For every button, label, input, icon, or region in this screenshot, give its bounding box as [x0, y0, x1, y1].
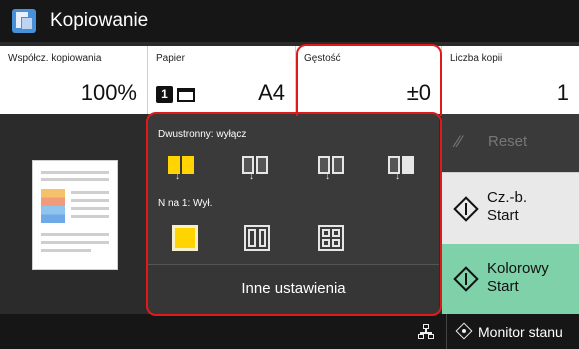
color-start-button[interactable]: Kolorowy Start: [442, 244, 579, 314]
preview-area: [0, 114, 147, 314]
bw-start-line2: Start: [487, 207, 519, 224]
start-icon: [453, 266, 479, 292]
paper-source-icons: 1: [156, 86, 195, 103]
page-title: Kopiowanie: [50, 10, 149, 31]
reset-label: Reset: [488, 133, 528, 150]
copy-options-panel: Dwustronny: wyłącz ↓ ↓ ↓ ↓ N na 1: Wył. …: [148, 114, 439, 314]
tray-number-icon: 1: [156, 86, 173, 103]
paper-size-value: A4: [258, 80, 285, 105]
settings-info-row: Współcz. kopiowania 100% Papier 1 A4 Gęs…: [0, 46, 579, 114]
status-bar: Monitor stanu: [0, 314, 579, 349]
document-preview: [32, 160, 118, 270]
duplex-2to2-button[interactable]: ↓: [308, 146, 354, 186]
duplex-off-button[interactable]: ↓: [158, 146, 204, 186]
other-settings-button[interactable]: Inne ustawienia: [148, 264, 439, 314]
duplex-2to1-button[interactable]: ↓: [378, 146, 424, 186]
n-on-1-label: N na 1: Wył.: [158, 198, 213, 209]
other-settings-label: Inne ustawienia: [241, 280, 346, 297]
two-pages-icon: [244, 225, 270, 251]
two-on-one-button[interactable]: [234, 218, 280, 258]
zoom-ratio-label: Współcz. kopiowania: [8, 53, 102, 64]
duplex-label: Dwustronny: wyłącz: [158, 129, 247, 140]
color-start-line1: Kolorowy: [487, 260, 549, 277]
four-on-one-button[interactable]: [308, 218, 354, 258]
duplex-1to2-icon: ↓: [240, 154, 270, 182]
paper-cell[interactable]: Papier 1 A4: [148, 46, 296, 114]
copy-screen: Kopiowanie Współcz. kopiowania 100% Papi…: [0, 0, 579, 349]
duplex-1to1-icon: ↓: [166, 154, 196, 182]
reset-button[interactable]: ⁄⁄ Reset: [442, 114, 579, 172]
bw-start-label: Cz.-b. Start: [487, 189, 527, 225]
density-label: Gęstość: [304, 53, 341, 64]
duplex-1to2-button[interactable]: ↓: [232, 146, 278, 186]
paper-label: Papier: [156, 53, 185, 64]
single-page-icon: [172, 225, 198, 251]
four-pages-icon: [318, 225, 344, 251]
duplex-2to1-icon: ↓: [386, 154, 416, 182]
duplex-2to2-icon: ↓: [316, 154, 346, 182]
color-start-line2: Start: [487, 278, 519, 295]
status-monitor-icon: [455, 322, 473, 340]
copies-value: 1: [556, 80, 569, 105]
bw-start-button[interactable]: Cz.-b. Start: [442, 172, 579, 244]
zoom-ratio-value: 100%: [80, 80, 137, 105]
density-cell[interactable]: Gęstość ±0: [296, 46, 442, 114]
copies-label: Liczba kopii: [450, 53, 503, 64]
header-bar: Kopiowanie: [0, 0, 579, 42]
zoom-ratio-cell[interactable]: Współcz. kopiowania 100%: [0, 46, 148, 114]
density-value: ±0: [406, 80, 431, 105]
bw-start-line1: Cz.-b.: [487, 189, 528, 206]
copy-app-icon: [12, 9, 36, 33]
color-start-label: Kolorowy Start: [487, 260, 549, 296]
paper-tray-icon: [177, 87, 195, 102]
status-monitor-button[interactable]: Monitor stanu: [446, 314, 579, 349]
start-icon: [453, 196, 479, 222]
network-icon: [418, 324, 434, 340]
status-monitor-label: Monitor stanu: [478, 324, 563, 340]
reset-icon: ⁄⁄: [456, 132, 462, 151]
n-on-1-off-button[interactable]: [162, 218, 208, 258]
copies-cell[interactable]: Liczba kopii 1: [442, 46, 579, 114]
